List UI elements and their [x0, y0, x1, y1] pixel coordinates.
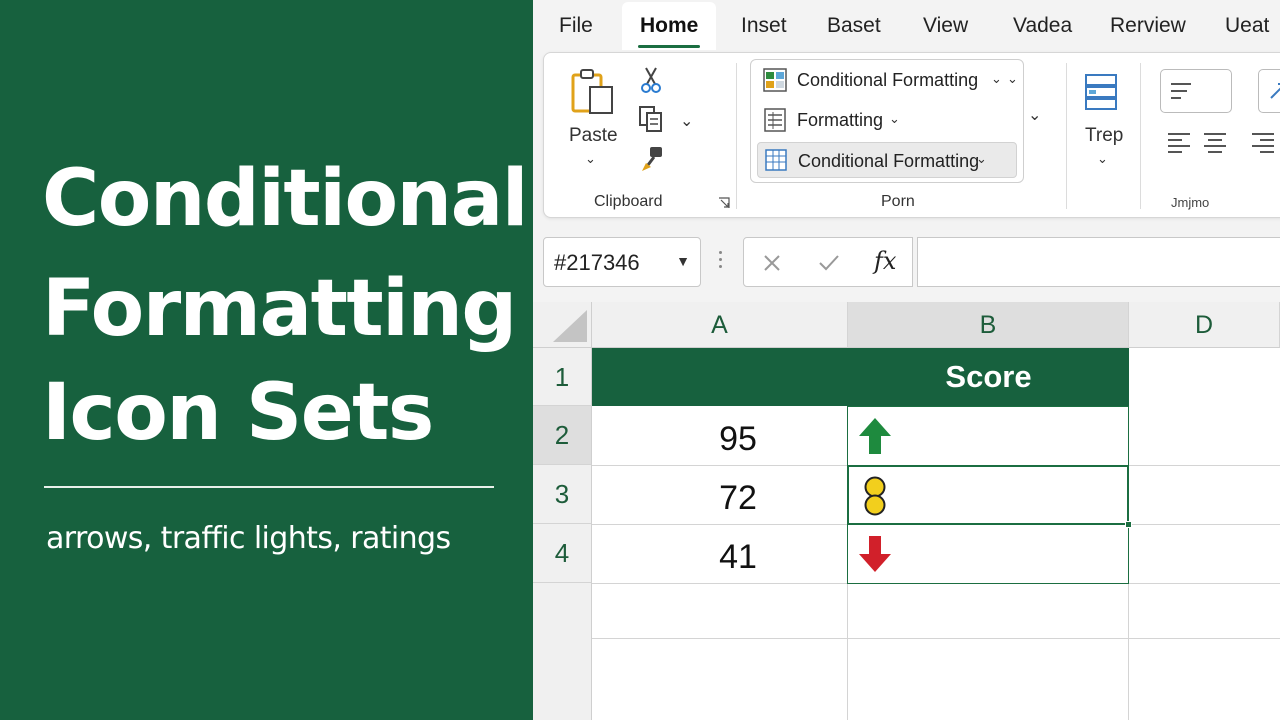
styles-group-label: Porn [881, 193, 915, 210]
copy-chevron-icon[interactable]: ⌄ [680, 111, 693, 131]
enter-checkmark-icon[interactable] [818, 253, 840, 273]
conditional-formatting-icon [763, 68, 787, 92]
name-box[interactable]: #217346 ▼ [543, 237, 701, 287]
title-line-3: Icon Sets [42, 368, 434, 458]
copy-icon[interactable] [638, 105, 664, 133]
paste-icon[interactable] [570, 67, 618, 117]
tab-baset[interactable]: Baset [827, 8, 881, 48]
column-header-b[interactable]: B [848, 302, 1129, 348]
format-painter-icon[interactable] [640, 145, 666, 173]
formula-actions: fx [743, 237, 913, 287]
cell-a2[interactable]: 95 [683, 420, 793, 459]
paste-chevron-icon[interactable]: ⌄ [585, 151, 596, 167]
ribbon-separator [736, 63, 737, 209]
align-right-icon[interactable] [1250, 131, 1276, 155]
row-header-3[interactable]: 3 [533, 465, 592, 524]
insert-function-button[interactable]: fx [874, 247, 896, 275]
align-left-icon [1171, 83, 1191, 99]
orientation-icon [1270, 83, 1280, 99]
red-down-arrow-icon[interactable] [857, 534, 893, 574]
styles-gallery: Conditional Formatting ⌄ ⌄ Formatting ⌄ [750, 59, 1024, 183]
cell-b1-score-header[interactable]: Score [848, 348, 1129, 406]
column-header-d[interactable]: D [1129, 302, 1280, 348]
cells-chevron-icon[interactable]: ⌄ [1097, 151, 1108, 167]
dialog-launcher-icon[interactable] [718, 197, 730, 209]
cell-styles-label: Conditional Formatting [798, 151, 980, 171]
tab-ueat[interactable]: Ueat [1225, 8, 1269, 48]
cell-styles-button[interactable]: Conditional Formatting ⌄ [757, 142, 1017, 178]
ribbon: Paste ⌄ ⌄ Clipboard Conditional Formatti… [543, 52, 1280, 218]
styles-more-chevron-icon[interactable]: ⌄ [1028, 105, 1041, 125]
cut-icon[interactable] [640, 66, 662, 94]
row-header-blank [533, 583, 592, 720]
fill-handle[interactable] [1125, 521, 1132, 528]
title-line-2: Formatting [42, 264, 517, 354]
clipboard-group-label: Clipboard [594, 193, 663, 210]
title-line-1: Conditional [42, 154, 528, 244]
formula-input[interactable] [917, 237, 1280, 287]
tab-file[interactable]: File [559, 8, 593, 48]
column-header-a[interactable]: A [592, 302, 848, 348]
align-center-icon[interactable] [1202, 131, 1228, 155]
spreadsheet-grid: A B D 1 2 3 4 Score 95 72 41 [533, 302, 1280, 720]
excel-window: File Home Inset Baset View Vadea Rerview… [533, 0, 1280, 720]
chevron-down-icon: ⌄ [1007, 71, 1018, 86]
select-all-button[interactable] [533, 302, 592, 348]
format-as-table-button[interactable]: Formatting ⌄ [757, 102, 1017, 138]
conditional-formatting-label: Conditional Formatting [797, 70, 979, 90]
row-header-1[interactable]: 1 [533, 348, 592, 406]
tab-rerview[interactable]: Rerview [1110, 8, 1186, 48]
conditional-formatting-button[interactable]: Conditional Formatting ⌄ ⌄ [757, 62, 1018, 98]
format-as-table-icon [764, 108, 786, 132]
row-header-4[interactable]: 4 [533, 524, 592, 583]
select-all-triangle-icon [553, 310, 587, 342]
title-panel: Conditional Formatting Icon Sets arrows,… [0, 0, 533, 720]
tab-vadea[interactable]: Vadea [1013, 8, 1072, 48]
paste-button-label[interactable]: Paste [569, 125, 618, 147]
cell-styles-icon [765, 149, 787, 171]
chevron-down-icon: ⌄ [889, 111, 900, 126]
alignment-group-label: Jmjmo [1171, 195, 1210, 210]
cell-a3[interactable]: 72 [683, 479, 793, 518]
formatting-label: Formatting [797, 110, 884, 130]
tab-inset[interactable]: Inset [741, 8, 787, 48]
formula-bar-grip-icon[interactable] [717, 248, 723, 276]
cell-a4[interactable]: 41 [683, 538, 793, 577]
title-divider [44, 486, 494, 488]
align-left-icon[interactable] [1166, 131, 1192, 155]
tab-home[interactable]: Home [622, 2, 717, 50]
selected-cell-b3[interactable] [847, 465, 1129, 525]
wrap-text-button[interactable] [1160, 69, 1232, 113]
green-up-arrow-icon[interactable] [857, 416, 893, 456]
cells-button-label[interactable]: Trep [1085, 125, 1123, 147]
name-box-value: #217346 [554, 250, 640, 275]
subtitle: arrows, traffic lights, ratings [46, 521, 451, 556]
gridline [592, 638, 1280, 639]
tab-view[interactable]: View [923, 8, 968, 48]
name-box-dropdown-icon[interactable]: ▼ [676, 253, 690, 269]
ribbon-separator [1140, 63, 1141, 209]
ribbon-separator [1066, 63, 1067, 209]
orientation-button[interactable] [1258, 69, 1280, 113]
insert-table-icon[interactable] [1084, 73, 1118, 111]
row-header-2[interactable]: 2 [533, 406, 592, 465]
cancel-icon[interactable] [762, 253, 782, 273]
chevron-down-icon: ⌄ [976, 151, 987, 166]
chevron-down-icon: ⌄ [991, 71, 1002, 86]
